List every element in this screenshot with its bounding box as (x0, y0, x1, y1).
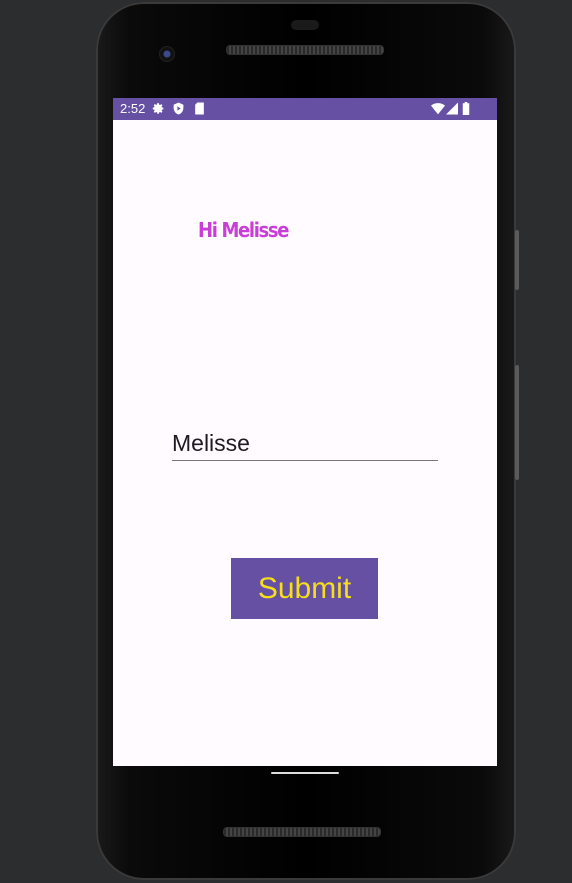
front-camera-icon (159, 46, 175, 62)
name-input[interactable]: Melisse (172, 428, 438, 461)
settings-icon (152, 103, 164, 114)
submit-button[interactable]: Submit (231, 558, 378, 619)
home-gesture-bar[interactable] (271, 772, 339, 774)
battery-icon (462, 102, 470, 115)
signal-icon (446, 102, 458, 115)
bottom-speaker (223, 827, 381, 837)
status-bar: 2:52 (113, 98, 497, 120)
top-speaker (226, 45, 384, 55)
wifi-icon (431, 103, 445, 115)
shield-play-icon (173, 102, 184, 115)
power-button[interactable] (515, 230, 519, 290)
screen: 2:52 Hi Melisse Melisse Submit (113, 98, 497, 766)
volume-button[interactable] (515, 365, 519, 480)
status-time: 2:52 (120, 101, 146, 116)
sensor (291, 20, 319, 30)
sd-card-icon (195, 102, 204, 115)
greeting-text: Hi Melisse (198, 218, 289, 242)
